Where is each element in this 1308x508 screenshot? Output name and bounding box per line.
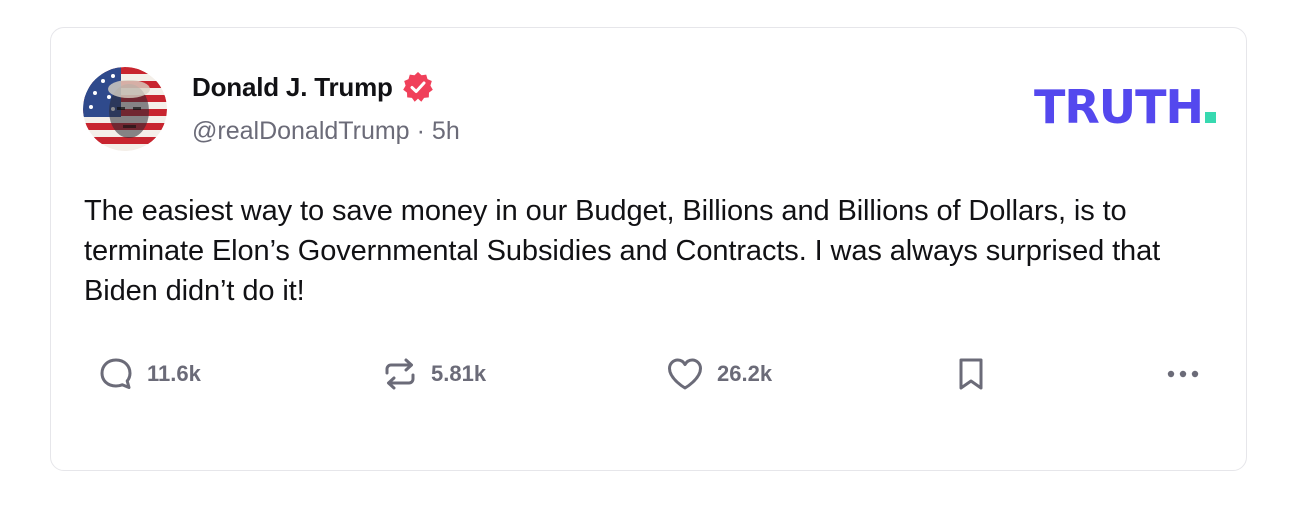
bookmark-button[interactable]: [953, 354, 989, 394]
post-time[interactable]: 5h: [432, 117, 460, 146]
post-actions: 11.6k 5.81k 26.2k: [51, 354, 1246, 394]
author-name-row: Donald J. Trump: [192, 70, 435, 104]
like-count: 26.2k: [717, 361, 773, 386]
avatar[interactable]: [83, 67, 167, 151]
more-options-button[interactable]: [1163, 354, 1203, 394]
repost-button[interactable]: 5.81k: [381, 354, 486, 394]
logo-dot: [1205, 112, 1216, 123]
reply-count: 11.6k: [147, 361, 201, 386]
author-meta: @realDonaldTrump · 5h: [192, 117, 460, 146]
comment-icon: [97, 355, 135, 393]
bookmark-icon: [953, 355, 989, 393]
more-icon: [1163, 355, 1203, 393]
logo-text: TRUTH: [1033, 80, 1204, 134]
repost-icon: [381, 355, 419, 393]
like-button[interactable]: 26.2k: [665, 354, 772, 394]
reply-button[interactable]: 11.6k: [97, 354, 201, 394]
author-handle[interactable]: @realDonaldTrump: [192, 117, 410, 146]
meta-separator: ·: [416, 117, 425, 145]
repost-count: 5.81k: [431, 361, 487, 386]
heart-icon: [665, 355, 705, 393]
author-display-name[interactable]: Donald J. Trump: [192, 72, 393, 103]
post-body: The easiest way to save money in our Bud…: [84, 195, 1161, 307]
verified-badge-icon: [401, 70, 435, 104]
post-card: Donald J. Trump @realDonaldTrump · 5h TR…: [50, 27, 1247, 471]
truth-logo: TRUTH: [1034, 80, 1216, 134]
